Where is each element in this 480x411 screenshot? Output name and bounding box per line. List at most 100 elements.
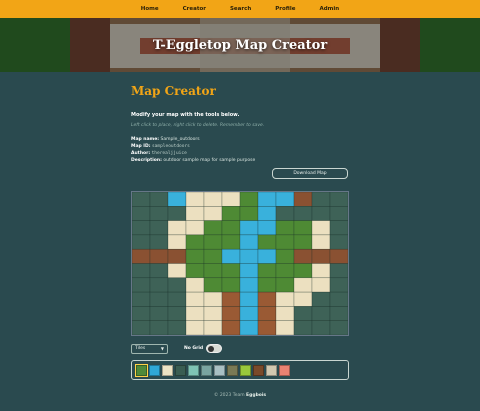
map-tile[interactable] <box>203 234 223 250</box>
map-tile[interactable] <box>131 248 151 264</box>
map-tile[interactable] <box>203 263 223 279</box>
moss-icon[interactable] <box>240 364 251 376</box>
map-tile[interactable] <box>275 277 295 293</box>
map-tile[interactable] <box>257 248 277 264</box>
map-tile[interactable] <box>185 263 205 279</box>
map-tile[interactable] <box>329 306 349 321</box>
map-tile[interactable] <box>329 234 349 250</box>
map-tile[interactable] <box>239 206 259 221</box>
map-canvas[interactable] <box>131 191 349 336</box>
grass-icon[interactable] <box>135 363 148 377</box>
nav-search[interactable]: Search <box>230 6 251 12</box>
map-tile[interactable] <box>329 291 349 307</box>
map-tile[interactable] <box>329 320 349 336</box>
map-tile[interactable] <box>185 291 205 307</box>
map-tile[interactable] <box>149 248 169 264</box>
dirt-icon[interactable] <box>227 364 238 376</box>
map-tile[interactable] <box>239 234 259 250</box>
map-tile[interactable] <box>311 206 331 221</box>
map-tile[interactable] <box>257 277 277 293</box>
layer-select[interactable]: Tiles ▼ <box>131 344 168 354</box>
map-tile[interactable] <box>221 320 241 336</box>
map-tile[interactable] <box>221 277 241 293</box>
map-tile[interactable] <box>293 248 313 264</box>
nav-profile[interactable]: Profile <box>275 6 295 12</box>
ice-icon[interactable] <box>214 364 225 376</box>
map-tile[interactable] <box>149 277 169 293</box>
map-tile[interactable] <box>185 248 205 264</box>
map-tile[interactable] <box>185 206 205 221</box>
map-tile[interactable] <box>149 291 169 307</box>
map-tile[interactable] <box>257 263 277 279</box>
map-tile[interactable] <box>167 291 187 307</box>
map-tile[interactable] <box>167 306 187 321</box>
map-tile[interactable] <box>167 234 187 250</box>
map-tile[interactable] <box>203 291 223 307</box>
map-tile[interactable] <box>221 248 241 264</box>
map-tile[interactable] <box>203 206 223 221</box>
map-tile[interactable] <box>293 206 313 221</box>
download-map-button[interactable]: Download Map <box>272 168 348 179</box>
sand-icon[interactable] <box>162 364 173 376</box>
map-grid[interactable] <box>131 191 349 336</box>
map-tile[interactable] <box>293 191 313 207</box>
map-tile[interactable] <box>221 220 241 236</box>
water-icon[interactable] <box>149 364 160 376</box>
map-tile[interactable] <box>131 191 151 207</box>
map-tile[interactable] <box>131 277 151 293</box>
map-tile[interactable] <box>257 206 277 221</box>
map-tile[interactable] <box>257 291 277 307</box>
map-tile[interactable] <box>185 191 205 207</box>
map-tile[interactable] <box>311 220 331 236</box>
map-tile[interactable] <box>221 206 241 221</box>
map-tile[interactable] <box>131 291 151 307</box>
map-tile[interactable] <box>221 291 241 307</box>
map-tile[interactable] <box>239 277 259 293</box>
map-tile[interactable] <box>185 320 205 336</box>
map-tile[interactable] <box>311 277 331 293</box>
map-tile[interactable] <box>131 220 151 236</box>
map-tile[interactable] <box>131 234 151 250</box>
slate-icon[interactable] <box>201 364 212 376</box>
map-tile[interactable] <box>329 206 349 221</box>
map-tile[interactable] <box>275 234 295 250</box>
nav-home[interactable]: Home <box>141 6 159 12</box>
map-tile[interactable] <box>149 320 169 336</box>
map-tile[interactable] <box>185 277 205 293</box>
map-tile[interactable] <box>311 234 331 250</box>
map-tile[interactable] <box>149 206 169 221</box>
map-tile[interactable] <box>311 320 331 336</box>
map-tile[interactable] <box>239 320 259 336</box>
map-tile[interactable] <box>311 306 331 321</box>
map-tile[interactable] <box>239 263 259 279</box>
map-tile[interactable] <box>275 263 295 279</box>
teal-icon[interactable] <box>188 364 199 376</box>
wood-icon[interactable] <box>253 364 264 376</box>
nav-creator[interactable]: Creator <box>183 6 206 12</box>
map-tile[interactable] <box>149 234 169 250</box>
map-tile[interactable] <box>257 191 277 207</box>
map-tile[interactable] <box>275 191 295 207</box>
map-tile[interactable] <box>293 291 313 307</box>
map-tile[interactable] <box>221 191 241 207</box>
map-tile[interactable] <box>185 306 205 321</box>
map-tile[interactable] <box>131 206 151 221</box>
map-tile[interactable] <box>167 248 187 264</box>
map-tile[interactable] <box>257 306 277 321</box>
map-tile[interactable] <box>275 220 295 236</box>
map-tile[interactable] <box>167 277 187 293</box>
map-tile[interactable] <box>257 220 277 236</box>
map-tile[interactable] <box>167 191 187 207</box>
map-tile[interactable] <box>131 320 151 336</box>
map-tile[interactable] <box>293 220 313 236</box>
dark-stone-icon[interactable] <box>175 364 186 376</box>
map-tile[interactable] <box>293 306 313 321</box>
map-tile[interactable] <box>293 263 313 279</box>
map-tile[interactable] <box>203 220 223 236</box>
map-tile[interactable] <box>203 248 223 264</box>
map-tile[interactable] <box>149 220 169 236</box>
gravel-icon[interactable] <box>266 364 277 376</box>
map-tile[interactable] <box>329 263 349 279</box>
map-tile[interactable] <box>131 306 151 321</box>
no-grid-toggle[interactable] <box>206 344 222 353</box>
